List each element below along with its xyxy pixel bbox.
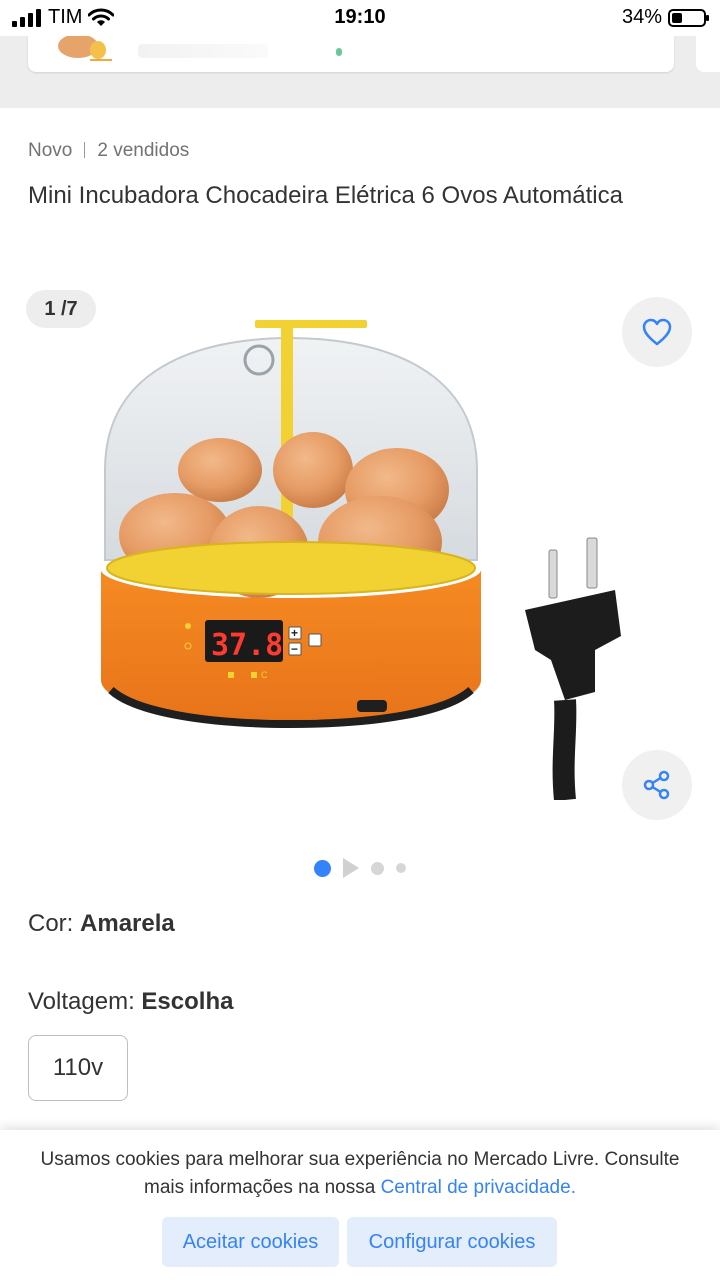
image-counter: 1 /7	[26, 290, 96, 328]
svg-text:+: +	[291, 626, 298, 640]
card-text-placeholder	[138, 44, 268, 58]
condition-label: Novo	[28, 140, 73, 161]
shipping-indicator	[336, 48, 342, 56]
share-button[interactable]	[622, 750, 692, 820]
cookie-message: Usamos cookies para melhorar sua experiê…	[30, 1146, 690, 1202]
color-variation: Cor: Amarela	[28, 910, 175, 938]
share-icon	[643, 770, 670, 800]
voltage-value: Escolha	[141, 988, 234, 1015]
battery-percent: 34%	[621, 6, 662, 28]
gallery-pagination[interactable]	[0, 858, 720, 878]
page-dot-active[interactable]	[314, 859, 331, 877]
favorite-button[interactable]	[622, 297, 692, 367]
voltage-option-110v[interactable]: 110v	[28, 1035, 128, 1101]
battery-level	[672, 12, 682, 23]
cookie-banner: Usamos cookies para melhorar sua experiê…	[0, 1130, 720, 1280]
cookie-text: Usamos cookies para melhorar sua experiê…	[40, 1149, 680, 1198]
product-image[interactable]: 37.8 + − C	[95, 320, 625, 800]
page-dot[interactable]	[371, 861, 384, 875]
previous-section	[0, 36, 720, 108]
heart-icon	[642, 318, 672, 346]
voltage-variation: Voltagem: Escolha	[28, 988, 233, 1016]
color-label: Cor:	[28, 910, 81, 937]
product-title: Mini Incubadora Chocadeira Elétrica 6 Ov…	[28, 182, 623, 209]
sold-count: 2 vendidos	[97, 140, 190, 161]
accept-cookies-button[interactable]: Aceitar cookies	[162, 1217, 339, 1267]
svg-text:−: −	[291, 642, 298, 656]
battery-icon	[668, 8, 709, 27]
chick-thumbnail	[58, 36, 112, 61]
voltage-label: Voltagem:	[28, 988, 142, 1015]
condition-line: Novo 2 vendidos	[28, 140, 189, 162]
privacy-center-link[interactable]: Central de privacidade.	[381, 1177, 576, 1198]
status-right: 34%	[621, 6, 709, 29]
separator	[84, 142, 86, 158]
related-card-next[interactable]	[696, 36, 720, 72]
page-dot[interactable]	[396, 863, 406, 873]
related-card[interactable]	[28, 36, 674, 72]
play-icon[interactable]	[343, 858, 359, 878]
image-gallery[interactable]: 1 /7 37.8 + − C	[0, 280, 720, 820]
display-unit-c: C	[261, 670, 268, 680]
status-bar: TIM 19:10 34%	[0, 0, 720, 36]
display-temperature: 37.8	[211, 628, 283, 663]
configure-cookies-button[interactable]: Configurar cookies	[347, 1217, 557, 1267]
clock: 19:10	[334, 6, 386, 28]
color-value: Amarela	[80, 910, 175, 937]
